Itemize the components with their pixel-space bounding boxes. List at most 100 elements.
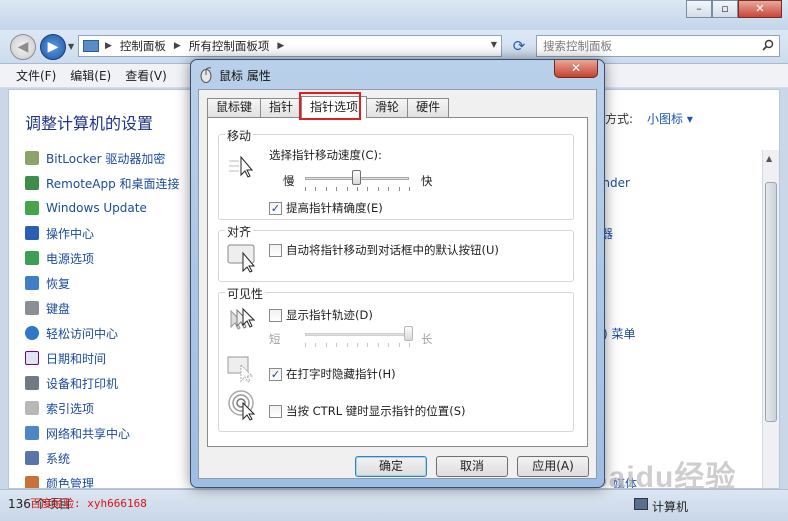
trails-short-label: 短 (269, 332, 281, 346)
cp-item-color-management[interactable]: 颜色管理 (25, 473, 94, 488)
pointer-trails-checkbox[interactable]: 显示指针轨迹(D) (269, 307, 373, 323)
slider-tick (325, 343, 327, 347)
address-dropdown-icon[interactable]: ▼ (491, 40, 497, 49)
ease-of-access-icon (25, 326, 39, 340)
slider-tick (409, 343, 410, 347)
trails-long-label: 长 (421, 332, 433, 346)
back-button[interactable]: ◀ (10, 34, 36, 60)
breadcrumb-chevron-icon[interactable]: ▶ (105, 41, 112, 51)
show-location-ctrl-checkbox[interactable]: 当按 CTRL 键时显示指针的位置(S) (269, 403, 466, 419)
cp-item-keyboard[interactable]: 键盘 (25, 298, 70, 318)
tab-wheel[interactable]: 滑轮 (366, 98, 409, 117)
keyboard-icon (25, 301, 39, 315)
control-panel-icon (83, 40, 99, 52)
slider-tick (367, 187, 369, 191)
slider-tick (398, 187, 400, 191)
computer-icon (634, 498, 648, 510)
speed-label: 选择指针移动速度(C): (269, 148, 382, 162)
baidu-watermark-logo: Baidu经验 (586, 461, 737, 494)
dialog-close-button[interactable]: ✕ (554, 60, 598, 78)
page-title: 调整计算机的设置 (25, 114, 154, 133)
forward-button[interactable]: ▶ (40, 34, 66, 60)
snap-to-default-checkbox[interactable]: 自动将指针移动到对话框中的默认按钮(U) (269, 242, 499, 258)
motion-group: 移动 选择指针移动速度(C): 慢 快 ✓ 提高指针精确度(E) (218, 127, 574, 220)
enhance-precision-checkbox[interactable]: ✓ 提高指针精确度(E) (269, 200, 383, 216)
hide-while-typing-icon (227, 356, 254, 383)
slider-tick (305, 343, 306, 347)
search-icon[interactable] (762, 39, 774, 51)
scroll-up-icon[interactable]: ▲ (766, 154, 772, 163)
close-window-button[interactable]: ✕ (738, 0, 782, 18)
menu-view[interactable]: 查看(V) (125, 67, 167, 84)
indexing-icon (25, 401, 39, 415)
slider-tick (315, 187, 317, 191)
windows-update-icon (25, 201, 39, 215)
snap-to-button-icon (227, 244, 256, 273)
cp-item-network-sharing[interactable]: 网络和共享中心 (25, 423, 130, 443)
flag-icon (25, 226, 39, 240)
pointer-options-panel: 移动 选择指针移动速度(C): 慢 快 ✓ 提高指针精确度(E) 对齐 自动将指… (207, 117, 588, 447)
pointer-trails-icon (230, 307, 256, 330)
menu-file[interactable]: 文件(F) (16, 67, 56, 84)
cp-item-system[interactable]: 系统 (25, 448, 70, 468)
cp-item-indexing[interactable]: 索引选项 (25, 398, 94, 418)
slider-tick (336, 187, 338, 191)
cp-item-power-options[interactable]: 电源选项 (25, 248, 94, 268)
snap-group: 对齐 自动将指针移动到对话框中的默认按钮(U) (218, 223, 574, 282)
address-bar[interactable]: ▶ 控制面板 ▶ 所有控制面板项 ▶ ▼ (78, 35, 502, 57)
dialog-body: 鼠标键 指针 指针选项 滑轮 硬件 移动 选择指针移动速度(C): 慢 快 ✓ … (198, 89, 597, 479)
slider-tick (346, 343, 348, 347)
apply-button[interactable]: 应用(A) (517, 456, 589, 477)
slider-tick (409, 187, 410, 191)
speed-slider-thumb[interactable] (352, 170, 361, 185)
slider-tick (367, 343, 369, 347)
trails-slider-track[interactable] (305, 333, 409, 336)
dialog-title: 鼠标 属性 (219, 69, 271, 83)
network-icon (25, 426, 39, 440)
maximize-button[interactable]: ▫ (712, 0, 738, 18)
slider-tick (336, 343, 338, 347)
slider-tick (388, 187, 390, 191)
cp-item-date-time[interactable]: 日期和时间 (25, 348, 106, 368)
cp-item-action-center[interactable]: 操作中心 (25, 223, 94, 243)
motion-title: 移动 (225, 127, 254, 144)
tab-buttons[interactable]: 鼠标键 (207, 98, 262, 117)
search-input[interactable]: 搜索控制面板 (536, 35, 780, 57)
pointer-speed-icon (229, 155, 254, 178)
vertical-scrollbar[interactable]: ▲ (762, 150, 779, 488)
slider-tick (305, 187, 306, 191)
tab-pointers[interactable]: 指针 (260, 98, 303, 117)
history-dropdown-icon[interactable]: ▼ (68, 42, 74, 51)
cp-item-recovery[interactable]: 恢复 (25, 273, 70, 293)
cp-item-ease-of-access[interactable]: 轻松访问中心 (25, 323, 118, 343)
trails-slider-thumb[interactable] (404, 326, 413, 341)
refresh-icon[interactable]: ⟳ (507, 35, 531, 57)
slider-tick (325, 187, 327, 191)
scroll-thumb[interactable] (765, 182, 777, 422)
bitlocker-icon (25, 151, 39, 165)
cp-item-windows-update[interactable]: Windows Update (25, 198, 147, 218)
tab-hardware[interactable]: 硬件 (407, 98, 450, 117)
watermark-text: 百度经验: xyh666168 (30, 497, 147, 510)
visibility-title: 可见性 (225, 285, 266, 302)
view-by-dropdown[interactable]: 小图标 ▾ (647, 110, 693, 127)
slider-tick (315, 343, 317, 347)
ok-button[interactable]: 确定 (355, 456, 427, 477)
breadcrumb-control-panel[interactable]: 控制面板 (120, 38, 166, 54)
clock-icon (25, 351, 39, 365)
slider-tick (377, 343, 379, 347)
breadcrumb-all-items[interactable]: 所有控制面板项 (189, 38, 270, 54)
recovery-icon (25, 276, 39, 290)
cp-item-bitlocker[interactable]: BitLocker 驱动器加密 (25, 148, 165, 168)
cp-item-remoteapp[interactable]: RemoteApp 和桌面连接 (25, 173, 180, 193)
cancel-button[interactable]: 取消 (436, 456, 508, 477)
breadcrumb-chevron-icon[interactable]: ▶ (277, 41, 284, 51)
visibility-group: 可见性 显示指针轨迹(D) 短 长 ✓ 在打字时隐藏指针(H) 当按 CTRL … (218, 285, 574, 432)
slider-tick (357, 187, 358, 191)
hide-while-typing-checkbox[interactable]: ✓ 在打字时隐藏指针(H) (269, 366, 396, 382)
minimize-button[interactable]: – (686, 0, 712, 18)
breadcrumb-chevron-icon[interactable]: ▶ (174, 41, 181, 51)
cp-item-devices-printers[interactable]: 设备和打印机 (25, 373, 118, 393)
status-location: 计算机 (652, 500, 689, 514)
menu-edit[interactable]: 编辑(E) (70, 67, 111, 84)
